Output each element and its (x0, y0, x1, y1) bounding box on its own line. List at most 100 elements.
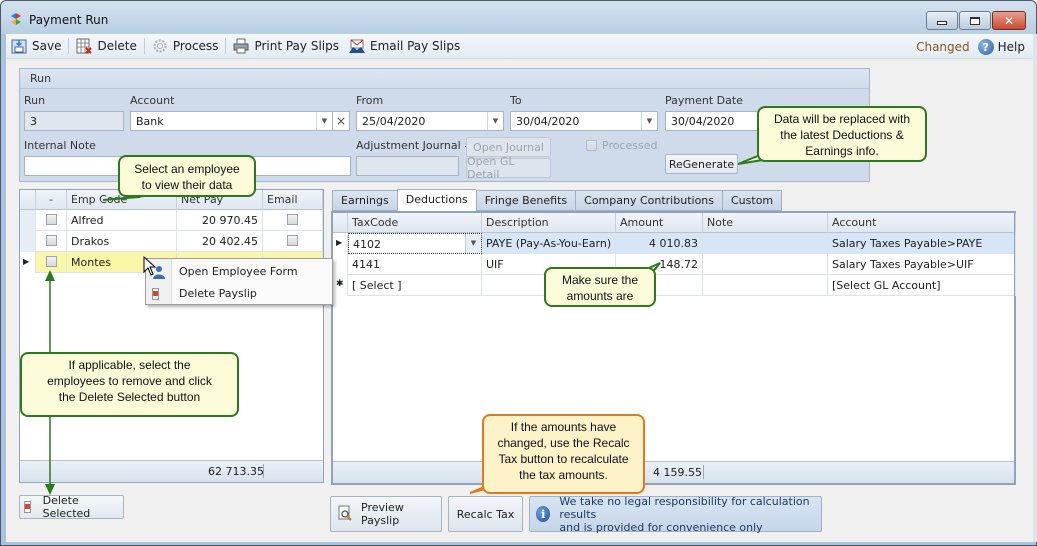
email-checkbox[interactable] (287, 235, 298, 246)
email-checkbox[interactable] (287, 214, 298, 225)
status-changed: Changed (916, 40, 970, 54)
help-link[interactable]: Help (998, 40, 1025, 54)
employee-row[interactable]: Alfred 20 970.45 (20, 210, 323, 231)
open-journal-button[interactable]: Open Journal (466, 137, 551, 157)
save-label: Save (32, 39, 62, 53)
delete-grid-icon (76, 38, 93, 54)
emp-code-cell[interactable]: Alfred (67, 210, 177, 231)
tab-earnings[interactable]: Earnings (332, 190, 397, 211)
minimize-icon (937, 21, 947, 25)
tab-custom[interactable]: Custom (722, 190, 783, 211)
email-cell[interactable] (263, 210, 323, 231)
recalc-tax-button[interactable]: Recalc Tax (448, 496, 523, 532)
column-header-amount[interactable]: Amount (616, 213, 703, 233)
row-indicator (20, 210, 36, 231)
row-indicator-header (333, 213, 348, 233)
processed-checkbox[interactable]: Processed (586, 139, 657, 152)
preview-payslip-button[interactable]: Preview Payslip (330, 496, 442, 532)
deduction-row-current[interactable]: ▶ 4102 ▼ PAYE (Pay-As-You-Earn) 4 010.83… (333, 233, 1016, 254)
taxcode-cell[interactable]: [ Select ] (348, 275, 482, 296)
help-icon[interactable]: ? (977, 39, 994, 55)
menu-item-label: Delete Payslip (179, 287, 257, 300)
to-label: To (510, 94, 522, 107)
toolbar-separator (68, 38, 70, 54)
menu-item-open-employee-form[interactable]: Open Employee Form (146, 261, 332, 283)
window-right-edge (1033, 34, 1037, 542)
chevron-down-icon[interactable]: ▼ (487, 112, 503, 130)
column-header-note[interactable]: Note (703, 213, 828, 233)
regenerate-button[interactable]: ReGenerate (665, 154, 738, 174)
open-gl-detail-button[interactable]: Open GL Detail (466, 155, 551, 181)
clear-account-button[interactable]: × (332, 111, 350, 131)
column-header-taxcode[interactable]: TaxCode (348, 213, 482, 233)
row-select-cell[interactable] (36, 210, 67, 231)
disclaimer-line-1: We take no legal responsibility for calc… (559, 494, 810, 521)
tab-company-contributions[interactable]: Company Contributions (575, 190, 722, 211)
delete-selected-label: Delete Selected (42, 494, 91, 520)
process-button[interactable]: Process (147, 35, 224, 57)
emp-code-cell[interactable]: Drakos (67, 231, 177, 252)
callout-text: the Delete Selected button (58, 390, 201, 404)
amount-cell[interactable]: 4 010.83 (616, 233, 703, 254)
recalc-tax-label: Recalc Tax (456, 507, 515, 521)
taxcode-cell[interactable]: 4141 (348, 254, 482, 275)
note-cell[interactable] (703, 254, 828, 275)
account-cell[interactable]: Salary Taxes Payable>PAYE (828, 233, 1016, 254)
employee-row[interactable]: Drakos 20 402.45 (20, 231, 323, 252)
deduction-row[interactable]: 4141 UIF 148.72 Salary Taxes Payable>UIF (333, 254, 1016, 275)
to-date-field[interactable]: 30/04/2020 ▼ (510, 111, 658, 131)
row-select-checkbox[interactable] (45, 256, 57, 267)
tab-fringe-benefits[interactable]: Fringe Benefits (475, 190, 576, 211)
toolbar-right: Changed ? Help (916, 36, 1025, 58)
current-row-indicator-icon: ▶ (20, 252, 36, 273)
row-select-cell[interactable] (36, 231, 67, 252)
delete-button[interactable]: Delete (71, 35, 141, 57)
callout-text: Tax button to recalculate (498, 452, 629, 466)
account-cell[interactable]: [Select GL Account] (828, 275, 1016, 296)
column-header-account[interactable]: Account (828, 213, 1016, 233)
to-date-value: 30/04/2020 (516, 115, 580, 128)
footer-divider (703, 465, 704, 479)
column-header-email[interactable]: Email (263, 190, 323, 210)
deduction-new-row[interactable]: ✱ [ Select ] [Select GL Account] (333, 275, 1016, 296)
deductions-grid: TaxCode Description Amount Note Account … (331, 211, 1016, 485)
taxcode-cell-editor[interactable]: 4102 ▼ (348, 233, 482, 254)
print-pay-slips-button[interactable]: Print Pay Slips (228, 35, 344, 57)
note-cell[interactable] (703, 233, 828, 254)
chevron-down-icon[interactable]: ▼ (465, 234, 481, 253)
email-cell[interactable] (263, 231, 323, 252)
title-bar[interactable]: Payment Run ✕ (1, 1, 1036, 34)
processed-check[interactable] (586, 140, 597, 151)
save-icon (11, 38, 27, 54)
note-cell[interactable] (703, 275, 828, 296)
column-header-description[interactable]: Description (482, 213, 616, 233)
callout-regenerate: Data will be replaced with the latest De… (757, 106, 927, 162)
open-gl-detail-label: Open GL Detail (467, 155, 515, 181)
save-button[interactable]: Save (6, 35, 66, 57)
close-icon: ✕ (1003, 13, 1015, 28)
app-logo-icon (11, 13, 21, 25)
info-icon: i (536, 506, 551, 522)
delete-payslip-icon (152, 288, 159, 300)
menu-item-delete-payslip[interactable]: Delete Payslip (146, 283, 332, 305)
disclaimer-box: i We take no legal responsibility for ca… (529, 494, 822, 534)
column-header-select[interactable]: - (36, 190, 67, 210)
callout-amounts: Make sure the amounts are (544, 267, 656, 307)
toolbar-separator (143, 38, 145, 54)
row-select-cell[interactable] (36, 252, 67, 273)
chevron-down-icon[interactable]: ▼ (641, 112, 657, 130)
maximize-button[interactable] (959, 11, 991, 30)
preview-icon (337, 505, 353, 524)
row-select-checkbox[interactable] (45, 214, 57, 225)
delete-selected-button[interactable]: Delete Selected (19, 494, 124, 520)
account-select[interactable]: Bank ▼ (130, 111, 333, 131)
from-date-field[interactable]: 25/04/2020 ▼ (356, 111, 504, 131)
close-button[interactable]: ✕ (992, 11, 1026, 30)
callout-delete-selected: If applicable, select the employees to r… (20, 352, 239, 417)
account-cell[interactable]: Salary Taxes Payable>UIF (828, 254, 1016, 275)
chevron-down-icon[interactable]: ▼ (316, 112, 332, 130)
tab-deductions[interactable]: Deductions (396, 189, 476, 211)
minimize-button[interactable] (926, 11, 958, 30)
row-select-checkbox[interactable] (45, 235, 57, 246)
email-pay-slips-button[interactable]: Email Pay Slips (344, 35, 465, 57)
